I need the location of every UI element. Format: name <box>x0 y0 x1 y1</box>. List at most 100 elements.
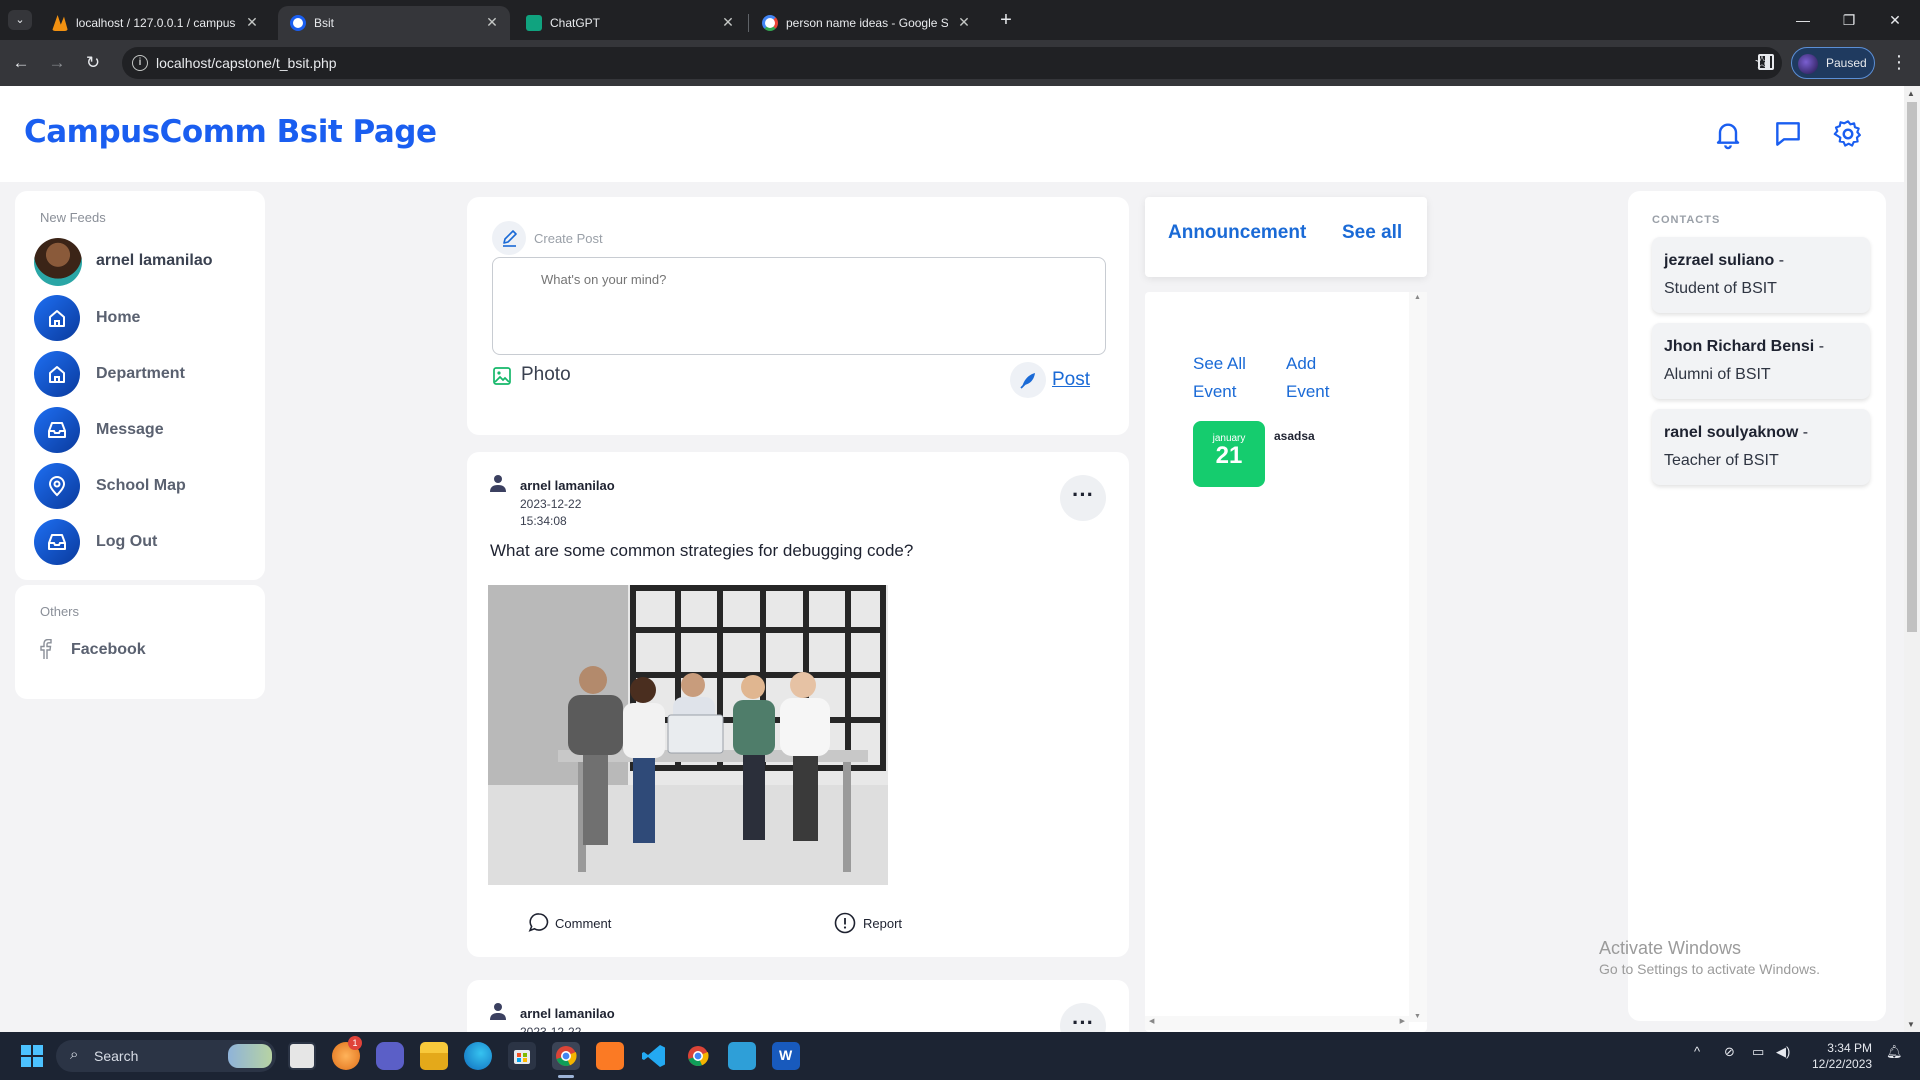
minimize-button[interactable]: — <box>1788 8 1818 32</box>
profile-button[interactable]: Paused <box>1791 47 1875 79</box>
browser-menu-icon[interactable]: ⋮ <box>1890 52 1908 73</box>
notepad-icon[interactable] <box>728 1042 756 1070</box>
map-pin-icon <box>34 463 80 509</box>
event-name[interactable]: asadsa <box>1274 429 1315 443</box>
close-icon[interactable]: ✕ <box>244 14 260 30</box>
chatgpt-icon <box>526 15 542 31</box>
file-explorer-icon[interactable] <box>420 1042 448 1070</box>
profile-avatar <box>1798 54 1818 74</box>
sidebar-item-department[interactable]: Department <box>34 351 254 397</box>
tab-google-search[interactable]: person name ideas - Google Se ✕ <box>750 6 982 40</box>
contact-card[interactable]: jezrael suliano - Student of BSIT <box>1652 237 1870 313</box>
word-icon[interactable]: W <box>772 1042 800 1070</box>
tab-chatgpt[interactable]: ChatGPT ✕ <box>514 6 746 40</box>
side-panel-icon[interactable] <box>1758 54 1774 70</box>
taskbar-search[interactable]: ⌕ Search <box>56 1040 276 1072</box>
contacts-title: CONTACTS <box>1652 214 1721 226</box>
sidebar-item-facebook[interactable]: Facebook <box>38 638 238 662</box>
chrome-icon[interactable] <box>552 1042 580 1070</box>
close-icon[interactable]: ✕ <box>956 14 972 30</box>
comment-label: Comment <box>555 916 612 931</box>
events-scrollbar[interactable]: ▲ ▼ <box>1409 292 1427 1022</box>
edge-icon[interactable] <box>464 1042 492 1070</box>
tray-overflow-icon[interactable]: ^ <box>1694 1044 1700 1059</box>
contact-card[interactable]: Jhon Richard Bensi - Alumni of BSIT <box>1652 323 1870 399</box>
comment-icon <box>528 913 549 932</box>
new-tab-button[interactable]: + <box>995 9 1017 31</box>
sidebar-item-profile[interactable]: arnel lamanilao <box>34 238 254 286</box>
more-options-button[interactable]: ··· <box>1060 475 1106 521</box>
sidebar-item-label: Log Out <box>96 533 158 550</box>
sidebar-item-logout[interactable]: Log Out <box>34 519 254 565</box>
windows-start-icon[interactable] <box>18 1042 46 1070</box>
microsoft-store-icon[interactable] <box>508 1042 536 1070</box>
sidebar-item-label: Home <box>96 309 141 326</box>
sidebar-item-school-map[interactable]: School Map <box>34 463 254 509</box>
post-author[interactable]: arnel lamanilao <box>520 1006 615 1021</box>
close-icon[interactable]: ✕ <box>484 14 500 30</box>
chrome-icon[interactable] <box>684 1042 712 1070</box>
home-icon <box>34 295 80 341</box>
post-date: 2023-12-22 <box>520 1025 582 1032</box>
post-image[interactable] <box>488 585 888 885</box>
forward-button[interactable]: → <box>46 52 68 74</box>
active-app-indicator <box>558 1075 574 1078</box>
tab-bsit[interactable]: Bsit ✕ <box>278 6 510 40</box>
scroll-up-icon[interactable]: ▲ <box>1907 89 1915 98</box>
contact-name: jezrael suliano <box>1664 252 1775 269</box>
site-title[interactable]: CampusComm Bsit Page <box>24 114 437 150</box>
restore-button[interactable]: ❐ <box>1834 8 1864 32</box>
taskbar-clock[interactable]: 3:34 PM 12/22/2023 <box>1812 1040 1872 1072</box>
chat-icon[interactable] <box>1772 118 1804 150</box>
reload-button[interactable]: ↻ <box>82 52 104 74</box>
notification-bell-icon[interactable]: 🔔︎ <box>1886 1044 1903 1060</box>
close-window-button[interactable]: ✕ <box>1880 8 1910 32</box>
network-offline-icon[interactable]: ⊘ <box>1724 1044 1735 1060</box>
contact-role: Teacher of BSIT <box>1664 452 1779 469</box>
tab-list-button[interactable]: ⌄ <box>8 10 32 30</box>
post-label: Post <box>1052 369 1091 390</box>
teams-icon[interactable] <box>376 1042 404 1070</box>
back-button[interactable]: ← <box>10 52 32 74</box>
bell-icon[interactable] <box>1712 118 1744 150</box>
close-icon[interactable]: ✕ <box>720 14 736 30</box>
vscode-icon[interactable] <box>640 1042 668 1070</box>
search-icon: ⌕ <box>70 1046 79 1063</box>
tab-phpmyadmin[interactable]: localhost / 127.0.0.1 / campus-c ✕ <box>40 6 270 40</box>
page-content: CampusComm Bsit Page New Feeds arnel lam… <box>0 86 1904 1032</box>
site-info-icon[interactable]: i <box>132 55 148 71</box>
address-bar[interactable]: i localhost/capstone/t_bsit.php ☆ <box>122 47 1782 79</box>
post-author[interactable]: arnel lamanilao <box>520 478 615 493</box>
see-all-event-link[interactable]: See All Event <box>1193 350 1263 406</box>
contacts-panel <box>1628 191 1886 1021</box>
announcement-see-all-link[interactable]: See all <box>1342 222 1402 244</box>
volume-icon[interactable]: ◀) <box>1776 1044 1790 1060</box>
url-text[interactable]: localhost/capstone/t_bsit.php <box>156 55 337 71</box>
post-textarea[interactable] <box>492 257 1106 355</box>
post-time: 15:34:08 <box>520 514 567 528</box>
events-horizontal-scrollbar[interactable]: ◀ ▶ <box>1145 1016 1409 1030</box>
contact-card[interactable]: ranel soulyaknow - Teacher of BSIT <box>1652 409 1870 485</box>
page-scrollbar[interactable]: ▲ ▼ <box>1904 86 1920 1032</box>
sidebar-others-title: Others <box>40 604 80 619</box>
report-label: Report <box>863 916 903 931</box>
gear-icon[interactable] <box>1832 118 1864 150</box>
task-view-icon[interactable] <box>288 1042 316 1070</box>
scroll-down-icon[interactable]: ▼ <box>1907 1020 1915 1029</box>
widgets-icon[interactable]: 1 <box>332 1036 362 1070</box>
event-date-badge[interactable]: january 21 <box>1193 421 1265 487</box>
scrollbar-thumb[interactable] <box>1907 102 1917 632</box>
xampp-icon[interactable] <box>596 1042 624 1070</box>
facebook-icon <box>40 639 52 659</box>
sidebar-item-label: Department <box>96 365 185 382</box>
sidebar-item-label: Message <box>96 421 164 438</box>
profile-status: Paused <box>1826 56 1867 70</box>
site-header: CampusComm Bsit Page <box>0 86 1904 182</box>
sidebar-item-home[interactable]: Home <box>34 295 254 341</box>
browser-tabbar: ⌄ localhost / 127.0.0.1 / campus-c ✕ Bsi… <box>0 0 1920 40</box>
sidebar-section-title: New Feeds <box>40 210 106 225</box>
display-icon[interactable]: ▭ <box>1752 1044 1764 1060</box>
sidebar-item-message[interactable]: Message <box>34 407 254 453</box>
add-event-link[interactable]: Add Event <box>1286 350 1356 406</box>
tab-title: localhost / 127.0.0.1 / campus-c <box>76 16 236 30</box>
